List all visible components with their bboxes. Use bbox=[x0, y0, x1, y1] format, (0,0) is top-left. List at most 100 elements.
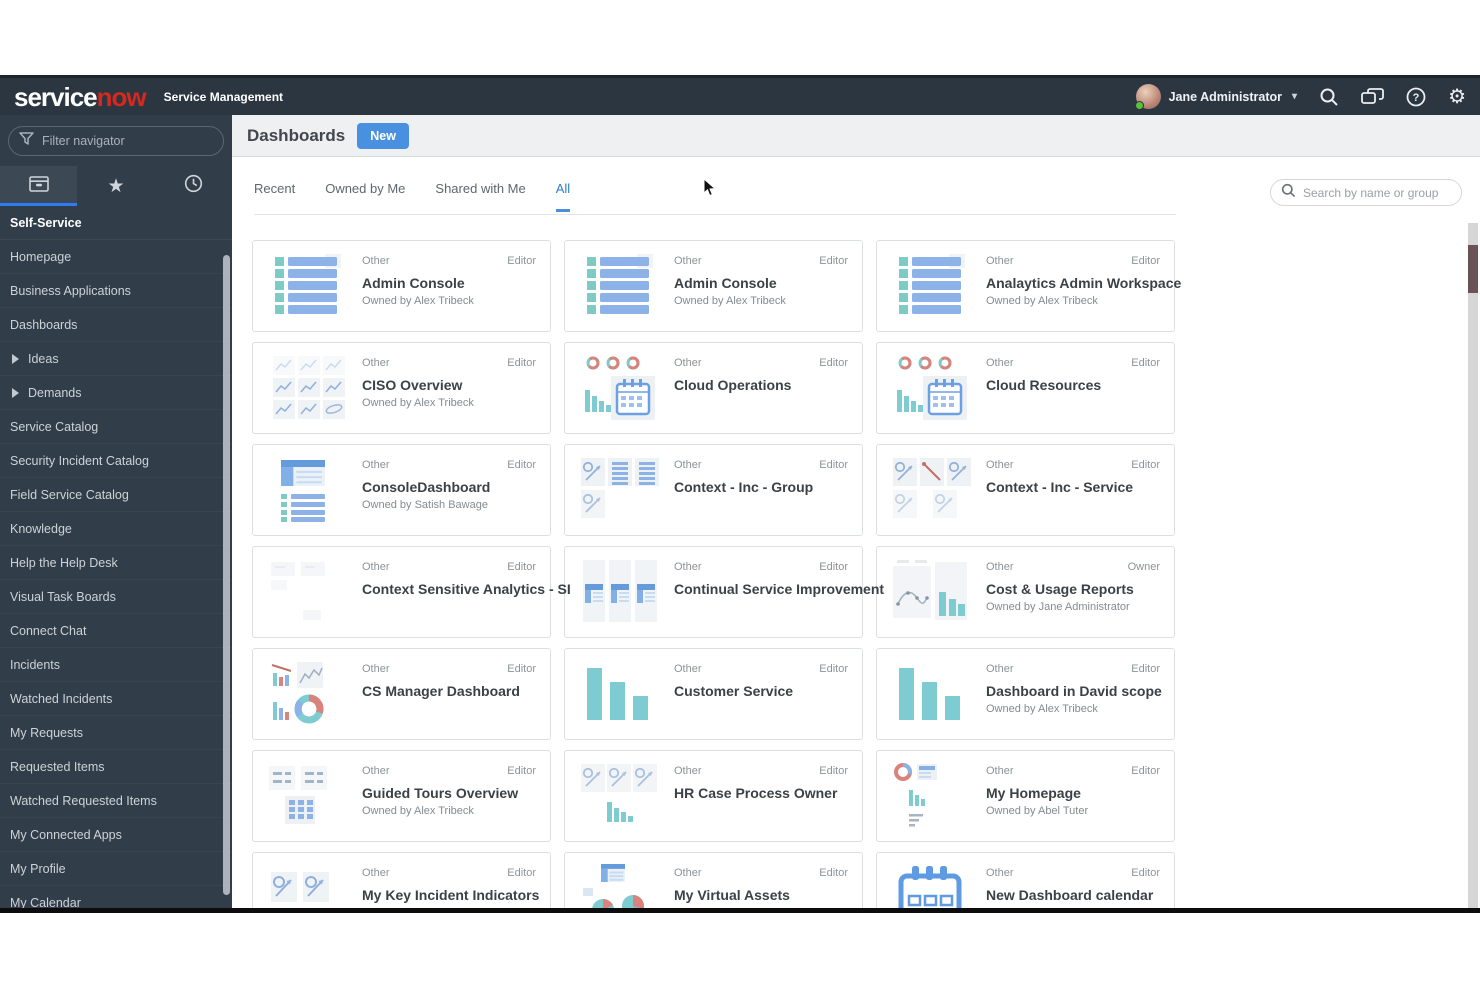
card-role-badge: Editor bbox=[507, 357, 536, 369]
sidebar-item-label: Requested Items bbox=[10, 760, 105, 774]
dashboard-card-context-inc-service[interactable]: OtherEditorContext - Inc - Service bbox=[876, 444, 1175, 536]
sidebar-item-label: Visual Task Boards bbox=[10, 590, 116, 604]
sidebar-item-my-calendar[interactable]: My Calendar bbox=[0, 886, 232, 908]
avatar[interactable] bbox=[1136, 84, 1161, 109]
dashboard-search[interactable] bbox=[1270, 179, 1462, 206]
card-title: Context - Inc - Service bbox=[986, 479, 1133, 495]
dashboard-card-ciso-overview[interactable]: OtherEditorCISO OverviewOwned by Alex Tr… bbox=[252, 342, 551, 434]
tab-owned-by-me[interactable]: Owned by Me bbox=[325, 181, 405, 212]
gauges-bars-icon bbox=[579, 762, 659, 830]
sidebar-item-knowledge[interactable]: Knowledge bbox=[0, 512, 232, 546]
tab-shared-with-me[interactable]: Shared with Me bbox=[435, 181, 525, 212]
sidebar-item-my-profile[interactable]: My Profile bbox=[0, 852, 232, 886]
sidebar-item-dashboards[interactable]: Dashboards bbox=[0, 308, 232, 342]
user-menu[interactable]: Jane Administrator ▾ bbox=[1136, 84, 1297, 109]
card-role-badge: Owner bbox=[1128, 561, 1160, 573]
sidebar-item-watched-incidents[interactable]: Watched Incidents bbox=[0, 682, 232, 716]
content-scrollbar-thumb[interactable] bbox=[1468, 245, 1478, 293]
navigator-tabs: ★ bbox=[0, 166, 232, 206]
card-title: My Virtual Assets bbox=[674, 887, 790, 903]
dashboard-card-continual-service-improvement[interactable]: OtherEditorContinual Service Improvement bbox=[564, 546, 863, 638]
sidebar-item-label: My Profile bbox=[10, 862, 66, 876]
tab-all-applications[interactable] bbox=[0, 166, 77, 206]
history-clock-icon bbox=[184, 174, 203, 198]
dashboard-card-admin-console[interactable]: OtherEditorAdmin ConsoleOwned by Alex Tr… bbox=[252, 240, 551, 332]
sidebar-item-help-the-help-desk[interactable]: Help the Help Desk bbox=[0, 546, 232, 580]
tab-recent[interactable]: Recent bbox=[254, 181, 295, 212]
sidebar-item-incidents[interactable]: Incidents bbox=[0, 648, 232, 682]
gear-icon[interactable]: ⚙ bbox=[1448, 87, 1466, 107]
dashboard-card-my-key-incident-indicators[interactable]: OtherEditorMy Key Incident Indicators bbox=[252, 852, 551, 908]
sidebar-item-security-incident-catalog[interactable]: Security Incident Catalog bbox=[0, 444, 232, 478]
favorites-star-icon: ★ bbox=[107, 177, 124, 196]
card-body: OtherOwnerCost & Usage ReportsOwned by J… bbox=[986, 558, 1160, 626]
tab-favorites[interactable]: ★ bbox=[77, 166, 154, 206]
dashboard-card-cost-usage-reports[interactable]: OtherOwnerCost & Usage ReportsOwned by J… bbox=[876, 546, 1175, 638]
dashboard-card-dashboard-in-david-scope[interactable]: OtherEditorDashboard in David scopeOwned… bbox=[876, 648, 1175, 740]
filter-navigator-input[interactable] bbox=[42, 134, 202, 148]
help-icon[interactable]: ? bbox=[1406, 87, 1426, 107]
card-body: OtherEditorContext - Inc - Service bbox=[986, 456, 1160, 524]
dashboard-card-context-sensitive-analytics-si[interactable]: OtherEditorContext Sensitive Analytics -… bbox=[252, 546, 551, 638]
dashboard-card-new-dashboard-calendar[interactable]: OtherEditorNew Dashboard calendar bbox=[876, 852, 1175, 908]
sidebar-item-field-service-catalog[interactable]: Field Service Catalog bbox=[0, 478, 232, 512]
card-category: Other bbox=[362, 561, 390, 573]
dashboard-card-hr-case-process-owner[interactable]: OtherEditorHR Case Process Owner bbox=[564, 750, 863, 842]
sidebar-item-connect-chat[interactable]: Connect Chat bbox=[0, 614, 232, 648]
dashboard-card-cloud-operations[interactable]: OtherEditorCloud Operations bbox=[564, 342, 863, 434]
dashboard-card-context-inc-group[interactable]: OtherEditorContext - Inc - Group bbox=[564, 444, 863, 536]
dashboard-card-customer-service[interactable]: OtherEditorCustomer Service bbox=[564, 648, 863, 740]
sidebar-item-ideas[interactable]: Ideas bbox=[0, 342, 232, 376]
all-applications-icon bbox=[29, 176, 49, 197]
card-category: Other bbox=[674, 867, 702, 879]
list-icon bbox=[267, 252, 347, 320]
card-owner: Owned by Satish Bawage bbox=[362, 499, 488, 511]
sidebar-item-label: Watched Requested Items bbox=[10, 794, 157, 808]
sidebar-item-demands[interactable]: Demands bbox=[0, 376, 232, 410]
dashboard-card-admin-console[interactable]: OtherEditorAdmin ConsoleOwned by Alex Tr… bbox=[564, 240, 863, 332]
card-title: Cloud Resources bbox=[986, 377, 1101, 393]
sidebar-item-requested-items[interactable]: Requested Items bbox=[0, 750, 232, 784]
donuts-calendar-icon bbox=[891, 354, 971, 422]
sidebar-item-my-requests[interactable]: My Requests bbox=[0, 716, 232, 750]
expand-arrow-icon bbox=[12, 388, 19, 398]
card-role-badge: Editor bbox=[819, 561, 848, 573]
sidebar-item-service-catalog[interactable]: Service Catalog bbox=[0, 410, 232, 444]
dashboard-search-input[interactable] bbox=[1303, 186, 1453, 200]
sidebar-item-homepage[interactable]: Homepage bbox=[0, 240, 232, 274]
main-content: Dashboards New RecentOwned by MeShared w… bbox=[232, 115, 1480, 908]
card-title: Customer Service bbox=[674, 683, 793, 699]
dashboard-card-my-homepage[interactable]: OtherEditorMy HomepageOwned by Abel Tute… bbox=[876, 750, 1175, 842]
sidebar-item-my-connected-apps[interactable]: My Connected Apps bbox=[0, 818, 232, 852]
search-icon[interactable] bbox=[1319, 87, 1339, 107]
dashboard-card-cs-manager-dashboard[interactable]: OtherEditorCS Manager Dashboard bbox=[252, 648, 551, 740]
sidebar-item-business-applications[interactable]: Business Applications bbox=[0, 274, 232, 308]
card-body: OtherEditorContinual Service Improvement bbox=[674, 558, 848, 626]
sidebar-item-label: Help the Help Desk bbox=[10, 556, 118, 570]
sidebar-item-watched-requested-items[interactable]: Watched Requested Items bbox=[0, 784, 232, 818]
card-title: Analaytics Admin Workspace bbox=[986, 275, 1181, 291]
card-body: OtherEditorCISO OverviewOwned by Alex Tr… bbox=[362, 354, 536, 422]
dashboard-card-analaytics-admin-workspace[interactable]: OtherEditorAnalaytics Admin WorkspaceOwn… bbox=[876, 240, 1175, 332]
sidebar-item-label: My Requests bbox=[10, 726, 83, 740]
filter-navigator[interactable] bbox=[8, 126, 224, 156]
new-dashboard-button[interactable]: New bbox=[357, 123, 409, 149]
chevron-down-icon: ▾ bbox=[1292, 91, 1297, 102]
card-title: CS Manager Dashboard bbox=[362, 683, 520, 699]
sidebar-scrollbar[interactable] bbox=[223, 255, 230, 895]
dashboard-card-cloud-resources[interactable]: OtherEditorCloud Resources bbox=[876, 342, 1175, 434]
dashboard-card-consoledashboard[interactable]: OtherEditorConsoleDashboardOwned by Sati… bbox=[252, 444, 551, 536]
dashboard-card-guided-tours-overview[interactable]: OtherEditorGuided Tours OverviewOwned by… bbox=[252, 750, 551, 842]
dashboard-card-my-virtual-assets[interactable]: OtherEditorMy Virtual Assets bbox=[564, 852, 863, 908]
sidebar-item-label: Connect Chat bbox=[10, 624, 86, 638]
chat-icon[interactable] bbox=[1361, 88, 1384, 106]
card-title: CISO Overview bbox=[362, 377, 462, 393]
card-role-badge: Editor bbox=[507, 765, 536, 777]
sidebar-item-label: My Connected Apps bbox=[10, 828, 122, 842]
sidebar-item-visual-task-boards[interactable]: Visual Task Boards bbox=[0, 580, 232, 614]
content-scrollbar-track[interactable] bbox=[1468, 223, 1478, 908]
tab-all[interactable]: All bbox=[556, 181, 570, 212]
product-name: Service Management bbox=[164, 90, 283, 104]
card-title: Admin Console bbox=[362, 275, 465, 291]
tab-history[interactable] bbox=[155, 166, 232, 206]
